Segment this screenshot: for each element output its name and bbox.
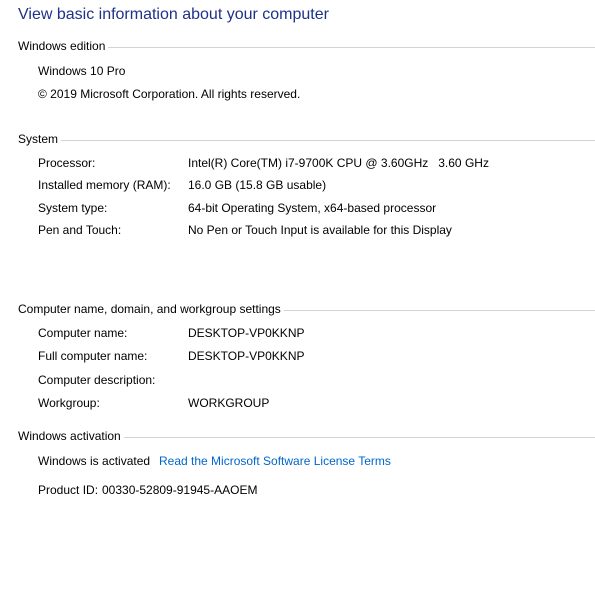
section-windows-activation: Windows activation <box>18 429 595 443</box>
divider <box>108 46 595 48</box>
pen-touch-label: Pen and Touch: <box>38 223 122 237</box>
full-computer-name-label: Full computer name: <box>38 349 148 363</box>
license-terms-link[interactable]: Read the Microsoft Software License Term… <box>159 454 391 468</box>
divider <box>283 309 595 311</box>
computer-name-value: DESKTOP-VP0KKNP <box>188 326 305 340</box>
page-title: View basic information about your comput… <box>18 6 329 23</box>
computer-name-label: Computer name: <box>38 326 128 340</box>
section-system: System <box>18 132 595 146</box>
processor-label: Processor: <box>38 156 96 170</box>
ram-label: Installed memory (RAM): <box>38 178 171 192</box>
ram-value: 16.0 GB (15.8 GB usable) <box>188 178 327 192</box>
section-header: System <box>18 132 59 146</box>
section-windows-edition: Windows edition <box>18 39 595 53</box>
section-header: Windows activation <box>18 429 121 443</box>
section-header: Windows edition <box>18 39 106 53</box>
product-id-value: 00330-52809-91945-AAOEM <box>102 483 258 497</box>
section-computer-name: Computer name, domain, and workgroup set… <box>18 302 595 316</box>
pen-touch-value: No Pen or Touch Input is available for t… <box>188 223 452 237</box>
activation-status: Windows is activated <box>38 454 151 468</box>
processor-value: Intel(R) Core(TM) i7-9700K CPU @ 3.60GHz… <box>188 156 489 170</box>
divider <box>123 436 595 438</box>
workgroup-label: Workgroup: <box>38 396 100 410</box>
workgroup-value: WORKGROUP <box>188 396 270 410</box>
computer-description-label: Computer description: <box>38 373 156 387</box>
copyright: © 2019 Microsoft Corporation. All rights… <box>38 87 301 101</box>
system-type-label: System type: <box>38 201 108 215</box>
system-type-value: 64-bit Operating System, x64-based proce… <box>188 201 437 215</box>
section-header: Computer name, domain, and workgroup set… <box>18 302 281 316</box>
product-id-label: Product ID: <box>38 483 99 497</box>
edition-name: Windows 10 Pro <box>38 64 126 78</box>
full-computer-name-value: DESKTOP-VP0KKNP <box>188 349 305 363</box>
divider <box>61 139 595 141</box>
